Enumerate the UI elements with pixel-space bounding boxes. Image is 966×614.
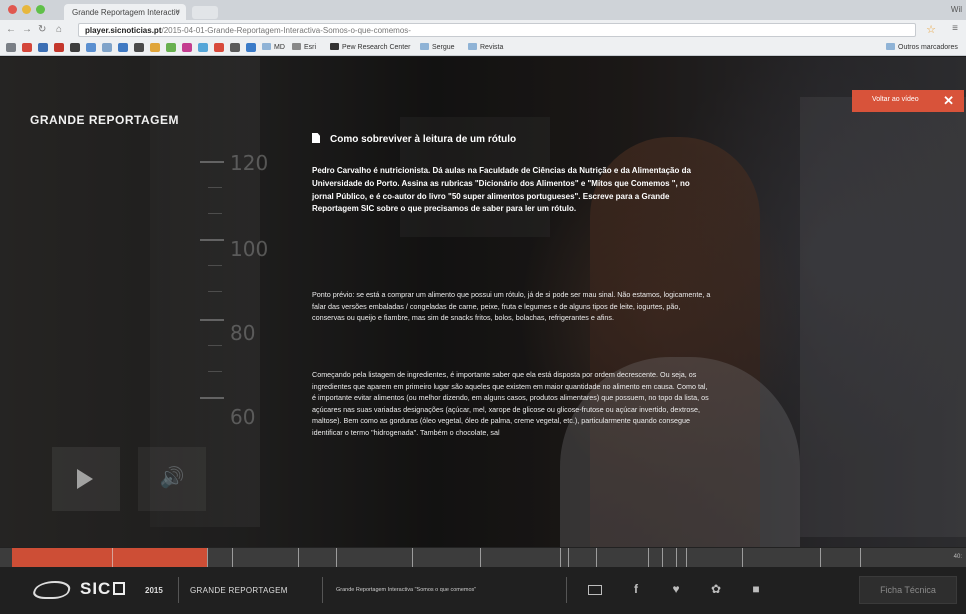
browser-tab[interactable]: Grande Reportagem Interactiv × <box>64 4 186 20</box>
folder-icon <box>262 43 271 50</box>
bookmark-item[interactable]: Esri <box>292 43 316 51</box>
chapter-marker[interactable] <box>820 548 821 567</box>
back-to-video-button[interactable]: Voltar ao vídeo ✕ <box>852 90 964 112</box>
window-minimize-dot[interactable] <box>22 5 31 14</box>
mail-icon[interactable] <box>588 585 602 595</box>
article-title-text: Como sobreviver à leitura de um rótulo <box>330 134 517 145</box>
timeline-end-time: 40: <box>953 554 962 560</box>
url-host: player.sicnoticias.pt <box>85 26 162 35</box>
folder-icon <box>886 43 895 50</box>
volume-icon: 🔊 <box>159 467 185 489</box>
url-path: /2015-04-01-Grande-Reportagem-Interactiv… <box>161 26 411 35</box>
footer-brand[interactable]: GRANDE REPORTAGEM <box>190 586 288 595</box>
article-paragraph: Começando pela listagem de ingredientes,… <box>312 370 709 437</box>
back-to-video-label: Voltar ao vídeo <box>872 96 919 103</box>
pinterest-icon[interactable]: ✿ <box>708 582 724 596</box>
window-close-dot[interactable] <box>8 5 17 14</box>
folder-icon <box>468 43 477 50</box>
tab-title: Grande Reportagem Interactiv <box>72 8 180 17</box>
bookmark-pew[interactable]: Pew Research Center <box>330 43 410 51</box>
footer-divider <box>322 577 323 603</box>
article-title: Como sobreviver à leitura de um rótulo <box>312 133 712 145</box>
bookmark-icon[interactable] <box>246 43 256 52</box>
twitter-icon[interactable]: ♥ <box>668 582 684 596</box>
apps-icon[interactable] <box>6 43 16 52</box>
share-icon[interactable]: ■ <box>748 582 764 596</box>
back-icon[interactable]: ← <box>6 24 16 35</box>
play-button[interactable] <box>52 447 120 511</box>
new-tab-button[interactable] <box>192 6 218 19</box>
bookmark-icon[interactable] <box>134 43 144 52</box>
reload-icon[interactable]: ↻ <box>38 24 46 35</box>
sic-logo-mark <box>113 582 126 595</box>
folder-icon <box>420 43 429 50</box>
chapter-marker[interactable] <box>596 548 597 567</box>
chapter-marker[interactable] <box>112 548 113 567</box>
chapter-marker[interactable] <box>662 548 663 567</box>
bookmark-star-icon[interactable]: ☆ <box>926 23 936 36</box>
bookmark-icon[interactable] <box>70 43 80 52</box>
article-paragraph: Ponto prévio: se está a comprar um alime… <box>312 290 711 323</box>
bookmark-icon[interactable] <box>150 43 160 52</box>
chapter-marker[interactable] <box>676 548 677 567</box>
bookmark-sergue[interactable]: Sergue <box>420 43 455 51</box>
chapter-marker[interactable] <box>568 548 569 567</box>
bookmark-icon[interactable] <box>118 43 128 52</box>
document-icon <box>312 133 320 143</box>
play-icon <box>77 469 93 489</box>
footer-bar: SIC 2015 GRANDE REPORTAGEM Grande Report… <box>0 567 966 614</box>
bookmark-icon <box>292 43 301 50</box>
browser-menu-icon[interactable]: ≡ <box>952 23 958 34</box>
bookmark-icon[interactable] <box>214 43 224 52</box>
pew-icon <box>330 43 339 50</box>
bookmark-icon[interactable] <box>102 43 112 52</box>
bookmark-icon[interactable] <box>54 43 64 52</box>
video-stage: 120 100 80 60 GRANDE REPORTAGEM Voltar a… <box>0 57 966 547</box>
bookmark-revista[interactable]: Revista <box>468 43 503 51</box>
footer-divider <box>178 577 179 603</box>
chapter-marker[interactable] <box>232 548 233 567</box>
page-brand-logo: GRANDE REPORTAGEM <box>30 113 179 127</box>
chapter-marker[interactable] <box>742 548 743 567</box>
bookmarks-bar: MD Esri Pew Research Center Sergue Revis… <box>0 40 966 56</box>
other-bookmarks[interactable]: Outros marcadores <box>886 43 958 51</box>
bookmark-icon[interactable] <box>166 43 176 52</box>
broadcaster-logo[interactable] <box>30 581 74 599</box>
volume-button[interactable]: 🔊 <box>138 447 206 511</box>
close-icon[interactable]: ✕ <box>943 93 954 109</box>
forward-icon[interactable]: → <box>22 24 32 35</box>
profile-label[interactable]: Wil <box>951 5 962 14</box>
ficha-tecnica-button[interactable]: Ficha Técnica <box>859 576 957 604</box>
bookmark-md[interactable]: MD <box>262 43 285 51</box>
chapter-marker[interactable] <box>560 548 561 567</box>
footer-divider <box>566 577 567 603</box>
tab-close-icon[interactable]: × <box>175 7 180 16</box>
chapter-marker[interactable] <box>298 548 299 567</box>
window-zoom-dot[interactable] <box>36 5 45 14</box>
chapter-marker[interactable] <box>412 548 413 567</box>
chapter-marker[interactable] <box>207 548 208 567</box>
chapter-marker[interactable] <box>860 548 861 567</box>
timeline-progress <box>12 548 207 567</box>
footer-subtitle: Grande Reportagem Interactiva "Somos o q… <box>336 587 477 593</box>
bookmark-icon[interactable] <box>86 43 96 52</box>
sic-logo[interactable]: SIC <box>80 579 126 599</box>
browser-tab-bar: Grande Reportagem Interactiv × Wil <box>0 0 966 20</box>
bookmark-icon[interactable] <box>198 43 208 52</box>
address-bar[interactable]: player.sicnoticias.pt/2015-04-01-Grande-… <box>78 23 916 37</box>
chapter-marker[interactable] <box>480 548 481 567</box>
chapter-marker[interactable] <box>686 548 687 567</box>
bookmark-icon[interactable] <box>38 43 48 52</box>
article-intro: Pedro Carvalho é nutricionista. Dá aulas… <box>312 166 691 214</box>
chapter-marker[interactable] <box>336 548 337 567</box>
bookmark-icon[interactable] <box>22 43 32 52</box>
bookmark-icon[interactable] <box>182 43 192 52</box>
footer-year: 2015 <box>145 586 163 595</box>
browser-toolbar: ← → ↻ ⌂ player.sicnoticias.pt/2015-04-01… <box>0 20 966 40</box>
home-icon[interactable]: ⌂ <box>56 24 62 35</box>
chapter-marker[interactable] <box>648 548 649 567</box>
bookmark-icon[interactable] <box>230 43 240 52</box>
facebook-icon[interactable]: f <box>628 582 644 596</box>
video-timeline[interactable]: 40: <box>0 547 966 567</box>
